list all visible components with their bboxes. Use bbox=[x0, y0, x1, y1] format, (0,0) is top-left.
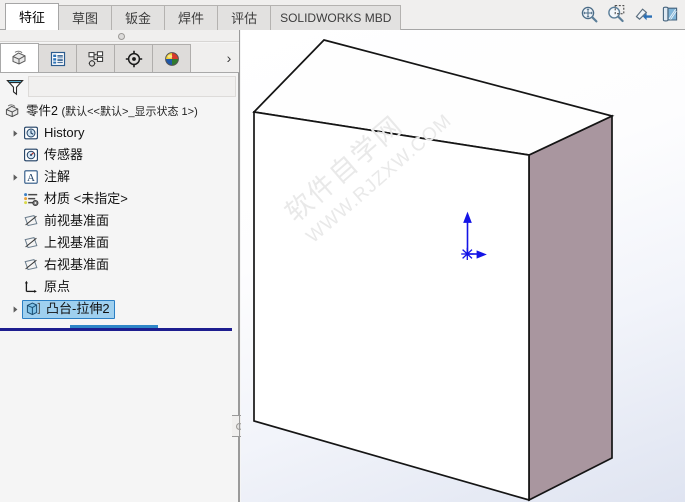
zoom-in-out-icon[interactable] bbox=[632, 3, 654, 25]
tree-item-origin-label: 原点 bbox=[44, 279, 71, 294]
tree-item-material-label: 材质 <未指定> bbox=[44, 191, 128, 207]
svg-text:A: A bbox=[27, 172, 35, 184]
configuration-manager-tab[interactable] bbox=[76, 44, 115, 72]
graphics-area[interactable]: 软件自学网 WWW.RJZXW.COM bbox=[241, 30, 685, 502]
section-view-icon[interactable] bbox=[659, 3, 681, 25]
plane-icon bbox=[22, 212, 40, 230]
part-icon bbox=[4, 102, 22, 120]
tree-item-boss-extrude2[interactable]: 凸台-拉伸2 bbox=[0, 298, 240, 320]
panel-divider bbox=[239, 30, 240, 502]
configuration-manager-icon bbox=[88, 50, 103, 67]
tab-weldments[interactable]: 焊件 bbox=[164, 5, 219, 30]
zoom-to-area-icon[interactable] bbox=[605, 3, 627, 25]
tree-item-top-plane-label: 上视基准面 bbox=[44, 235, 110, 250]
model-view[interactable] bbox=[241, 30, 685, 502]
tree-item-right-plane-label: 右视基准面 bbox=[44, 257, 110, 272]
view-toolbar bbox=[578, 3, 681, 25]
tree-item-selected-box: 凸台-拉伸2 bbox=[22, 299, 115, 319]
origin-icon bbox=[22, 278, 40, 296]
panel-top-splitter[interactable] bbox=[0, 30, 240, 42]
tab-solidworks-mbd-label: SOLIDWORKS MBD bbox=[280, 11, 392, 25]
rollback-bar-handle[interactable] bbox=[70, 325, 158, 328]
tab-evaluate[interactable]: 评估 bbox=[217, 5, 272, 30]
more-tabs-button[interactable]: › bbox=[218, 44, 240, 72]
tab-sheetmetal-label: 钣金 bbox=[125, 11, 152, 26]
part-config-suffix: (默认<<默认>_显示状态 1>) bbox=[61, 105, 198, 118]
tree-item-front-plane[interactable]: 前视基准面 bbox=[0, 210, 240, 232]
tree-item-sensors[interactable]: 传感器 bbox=[0, 144, 240, 166]
tab-features[interactable]: 特征 bbox=[5, 3, 60, 30]
filter-icon[interactable] bbox=[4, 76, 26, 98]
display-manager-tab[interactable] bbox=[152, 44, 191, 72]
feature-tree-icon bbox=[12, 50, 25, 65]
zoom-to-fit-icon[interactable] bbox=[578, 3, 600, 25]
feature-filter-bar bbox=[0, 74, 240, 100]
tree-item-history-label: History bbox=[44, 125, 85, 140]
feature-manager-tabs: › bbox=[0, 43, 240, 73]
tree-item-part[interactable]: 零件2 (默认<<默认>_显示状态 1>) bbox=[0, 100, 240, 122]
tree-item-part-label: 零件2 (默认<<默认>_显示状态 1>) bbox=[26, 103, 198, 120]
tab-solidworks-mbd[interactable]: SOLIDWORKS MBD bbox=[270, 5, 402, 30]
tab-features-label: 特征 bbox=[19, 10, 46, 25]
filter-input[interactable] bbox=[28, 76, 236, 97]
material-icon bbox=[22, 190, 40, 208]
rollback-bar[interactable] bbox=[0, 325, 232, 331]
history-icon bbox=[22, 124, 40, 142]
tree-item-right-plane[interactable]: 右视基准面 bbox=[0, 254, 240, 276]
property-manager-tab[interactable] bbox=[38, 44, 77, 72]
splitter-grip-dot[interactable] bbox=[118, 33, 125, 40]
plane-icon bbox=[22, 256, 40, 274]
tab-sketch-label: 草图 bbox=[72, 11, 99, 26]
feature-tree[interactable]: 零件2 (默认<<默认>_显示状态 1>) History 传感器 A 注解 材… bbox=[0, 100, 240, 502]
tab-evaluate-label: 评估 bbox=[231, 11, 258, 26]
tree-item-sensors-label: 传感器 bbox=[44, 147, 84, 162]
tree-item-origin[interactable]: 原点 bbox=[0, 276, 240, 298]
appearances-sphere-icon bbox=[164, 51, 179, 66]
chevron-right-icon[interactable] bbox=[8, 122, 22, 144]
box-right-face bbox=[528, 114, 613, 502]
tree-item-material[interactable]: 材质 <未指定> bbox=[0, 188, 240, 210]
tree-item-annotations-label: 注解 bbox=[44, 169, 71, 184]
tab-sketch[interactable]: 草图 bbox=[58, 5, 113, 30]
dimxpert-manager-tab[interactable] bbox=[114, 44, 153, 72]
sensor-icon bbox=[22, 146, 40, 164]
material-label: 材质 bbox=[44, 191, 71, 206]
part-name: 零件2 bbox=[26, 103, 58, 118]
tree-item-front-plane-label: 前视基准面 bbox=[44, 213, 110, 228]
feature-tree-tab[interactable] bbox=[0, 43, 39, 72]
boss-extrude-icon bbox=[24, 300, 42, 318]
property-manager-icon bbox=[50, 51, 65, 66]
chevron-right-icon[interactable] bbox=[8, 166, 22, 188]
tab-sheetmetal[interactable]: 钣金 bbox=[111, 5, 166, 30]
tree-item-history[interactable]: History bbox=[0, 122, 240, 144]
annotations-icon: A bbox=[22, 168, 40, 186]
tree-item-boss-extrude2-label: 凸台-拉伸2 bbox=[46, 301, 110, 316]
solidworks-window: 特征 草图 钣金 焊件 评估 SOLIDWORKS MBD › 零件2 (默认<… bbox=[0, 0, 685, 502]
more-tabs-label: › bbox=[226, 50, 232, 66]
chevron-right-icon[interactable] bbox=[8, 298, 22, 320]
material-value: <未指定> bbox=[73, 191, 128, 206]
command-manager-tabbar: 特征 草图 钣金 焊件 评估 SOLIDWORKS MBD bbox=[0, 0, 685, 30]
feature-manager-panel: › 零件2 (默认<<默认>_显示状态 1>) History 传感器 A 注解… bbox=[0, 30, 248, 502]
tree-item-annotations[interactable]: A 注解 bbox=[0, 166, 240, 188]
dimxpert-icon bbox=[125, 50, 142, 67]
tree-item-top-plane[interactable]: 上视基准面 bbox=[0, 232, 240, 254]
ribbon-tabs: 特征 草图 钣金 焊件 评估 SOLIDWORKS MBD bbox=[5, 3, 402, 30]
plane-icon bbox=[22, 234, 40, 252]
tab-weldments-label: 焊件 bbox=[178, 11, 205, 26]
